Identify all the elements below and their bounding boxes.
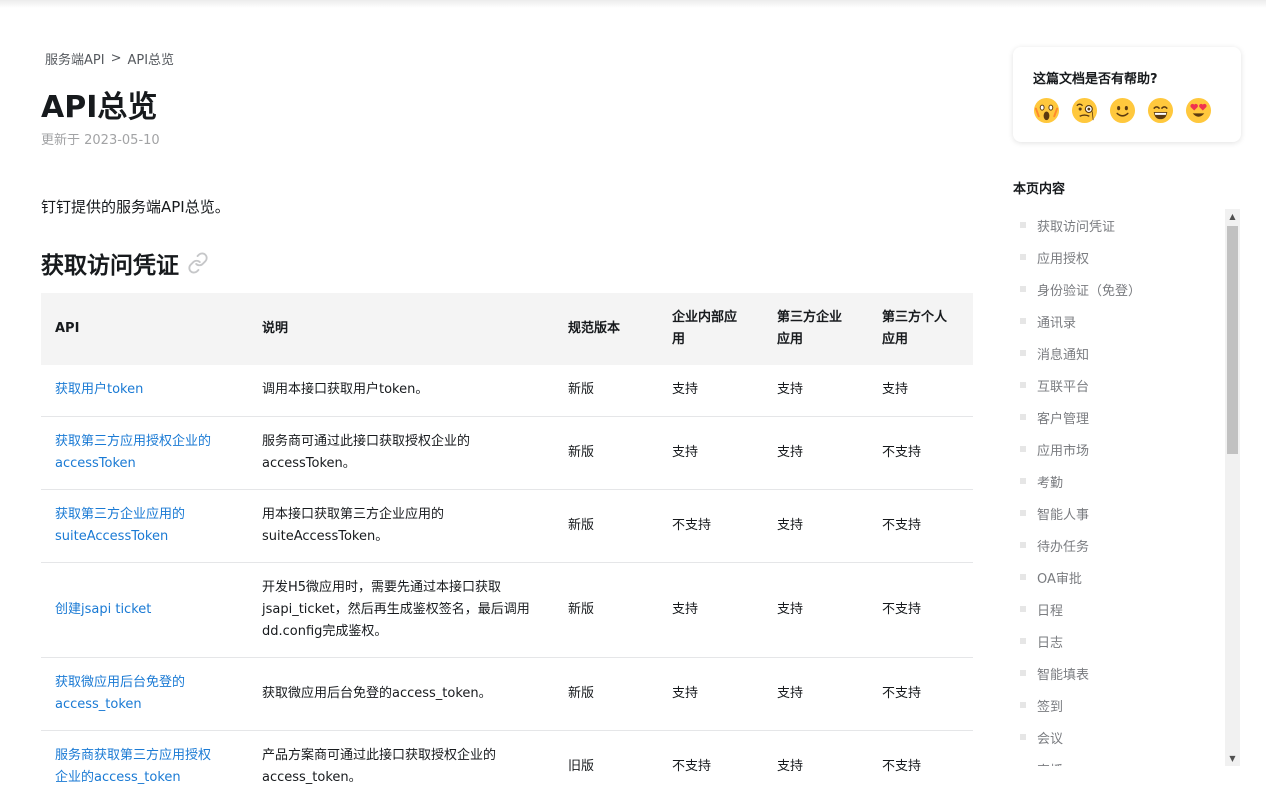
breadcrumb: 服务端API > API总览 [45, 49, 174, 68]
toc-item[interactable]: 考勤 [1013, 471, 1063, 491]
spec-version: 新版 [554, 562, 658, 658]
api-table: API 说明 规范版本 企业内部应用 第三方企业 应用 第三方个人 应用 获取用户t… [41, 293, 973, 795]
api-link[interactable]: 获取用户token [55, 382, 143, 397]
toc-item[interactable]: 待办任务 [1013, 535, 1089, 555]
header-desc: 说明 [262, 321, 289, 336]
spec-version: 新版 [554, 657, 658, 731]
updated-date: 更新于 2023-05-10 [41, 133, 160, 148]
toc-title: 本页内容 [1013, 182, 1066, 197]
api-description: 用本接口获取第三方企业应用的 suiteAccessToken。 [248, 489, 554, 563]
table-row: 获取第三方企业应用的 suiteAccessToken 用本接口获取第三方企业应用… [41, 489, 973, 563]
spec-version: 新版 [554, 365, 658, 417]
third-personal-support: 不支持 [868, 562, 973, 658]
section-title-text: 获取访问凭证 [41, 253, 179, 279]
breadcrumb-separator-icon: > [110, 51, 122, 66]
internal-support: 不支持 [672, 758, 712, 774]
third-corp-support: 支持 [763, 657, 868, 731]
third-corp-support: 支持 [763, 562, 868, 658]
scroll-up-arrow-icon[interactable]: ▲ [1225, 209, 1240, 224]
table-row: 获取用户token 调用本接口获取用户token。 新版 支持 支持 支持 [41, 365, 973, 417]
breadcrumb-parent-link[interactable]: 服务端API [45, 49, 105, 68]
toc-item[interactable]: 应用授权 [1013, 247, 1089, 267]
scroll-down-arrow-icon[interactable]: ▼ [1225, 751, 1240, 766]
third-corp-support: 支持 [777, 758, 804, 774]
slightly-smiling-face-icon[interactable] [1109, 97, 1136, 124]
toc-item[interactable]: 会议 [1013, 727, 1063, 747]
header-third-party-corp-app: 第三方企业 应用 [777, 310, 843, 347]
toc-item[interactable]: 应用市场 [1013, 439, 1089, 459]
table-header-row: API 说明 规范版本 企业内部应用 第三方企业 应用 第三方个人 应用 [41, 293, 973, 365]
api-description: 产品方案商可通过此接口获取授权企业的 access_token。 [262, 747, 497, 785]
table-row: 服务商获取第三方应用授权 企业的access_token 产品方案商可通过此接口获… [41, 730, 973, 795]
breadcrumb-current: API总览 [127, 53, 175, 68]
top-bar-shadow [0, 0, 1266, 8]
section-title: 获取访问凭证 [41, 246, 209, 280]
third-corp-support: 支持 [763, 489, 868, 563]
toc-item[interactable]: 互联平台 [1013, 375, 1089, 395]
third-personal-support: 支持 [868, 365, 973, 417]
toc-item[interactable]: 签到 [1013, 695, 1063, 715]
table-row: 获取微应用后台免登的 access_token 获取微应用后台免登的access_… [41, 657, 973, 731]
internal-support: 支持 [658, 416, 763, 490]
third-personal-support: 不支持 [868, 489, 973, 563]
third-corp-support: 支持 [763, 416, 868, 490]
api-link[interactable]: 创建jsapi ticket [55, 602, 151, 617]
header-version: 规范版本 [568, 321, 621, 336]
toc-item[interactable]: 日志 [1013, 631, 1063, 651]
third-corp-support: 支持 [763, 365, 868, 417]
toc-item[interactable]: 获取访问凭证 [1013, 215, 1115, 235]
toc-item[interactable]: 日程 [1013, 599, 1063, 619]
spec-version: 新版 [554, 489, 658, 563]
api-description: 服务商可通过此接口获取授权企业的 accessToken。 [248, 416, 554, 490]
table-row: 获取第三方应用授权企业的 accessToken 服务商可通过此接口获取授权企业的… [41, 416, 973, 490]
intro-text: 钉钉提供的服务端API总览。 [41, 198, 230, 216]
spec-version: 新版 [554, 416, 658, 490]
api-description: 获取微应用后台免登的access_token。 [248, 657, 554, 731]
internal-support: 支持 [658, 365, 763, 417]
spec-version: 旧版 [568, 758, 595, 774]
api-description: 调用本接口获取用户token。 [248, 365, 554, 417]
api-link[interactable]: 服务商获取第三方应用授权 企业的access_token [55, 748, 211, 785]
header-internal-app: 企业内部应用 [672, 310, 738, 347]
internal-support: 支持 [658, 562, 763, 658]
page-title: API总览 [41, 90, 158, 125]
feedback-title: 这篇文档是否有帮助? [1033, 72, 1158, 87]
toc-item[interactable]: 智能填表 [1013, 663, 1089, 683]
header-api: API [55, 321, 80, 336]
anchor-link-icon[interactable] [187, 252, 209, 274]
internal-support: 不支持 [658, 489, 763, 563]
internal-support: 支持 [658, 657, 763, 731]
toc-item[interactable]: 智能人事 [1013, 503, 1089, 523]
scream-face-icon[interactable] [1033, 97, 1060, 124]
third-personal-support: 不支持 [868, 416, 973, 490]
feedback-card: 这篇文档是否有帮助? [1013, 47, 1241, 142]
api-description: 开发H5微应用时，需要先通过本接口获取 jsapi_ticket，然后再生成鉴权签… [248, 562, 554, 658]
header-third-party-personal-app: 第三方个人 应用 [882, 310, 948, 347]
feedback-emoji-row [1033, 97, 1223, 124]
face-with-monocle-icon[interactable] [1071, 97, 1098, 124]
toc-item[interactable]: 身份验证（免登） [1013, 279, 1141, 299]
toc-item[interactable]: 消息通知 [1013, 343, 1089, 363]
toc-item[interactable]: 客户管理 [1013, 407, 1089, 427]
api-link[interactable]: 获取第三方企业应用的 suiteAccessToken [55, 507, 185, 544]
toc-item[interactable]: 通讯录 [1013, 311, 1076, 331]
toc-item[interactable]: OA审批 [1013, 567, 1082, 587]
heart-eyes-face-icon[interactable] [1185, 97, 1212, 124]
api-link[interactable]: 获取微应用后台免登的 access_token [55, 675, 185, 712]
scroll-thumb[interactable] [1227, 226, 1238, 454]
third-personal-support: 不支持 [882, 758, 922, 774]
third-personal-support: 不支持 [868, 657, 973, 731]
grinning-face-icon[interactable] [1147, 97, 1174, 124]
toc-list: 获取访问凭证 应用授权 身份验证（免登） 通讯录 消息通知 互联平台 客户管理 … [1013, 209, 1225, 766]
table-row: 创建jsapi ticket 开发H5微应用时，需要先通过本接口获取 jsapi_… [41, 562, 973, 658]
api-link[interactable]: 获取第三方应用授权企业的 accessToken [55, 434, 211, 471]
toc-item[interactable]: 直播 [1013, 759, 1063, 767]
toc-scrollbar[interactable]: ▲ ▼ [1225, 209, 1240, 766]
